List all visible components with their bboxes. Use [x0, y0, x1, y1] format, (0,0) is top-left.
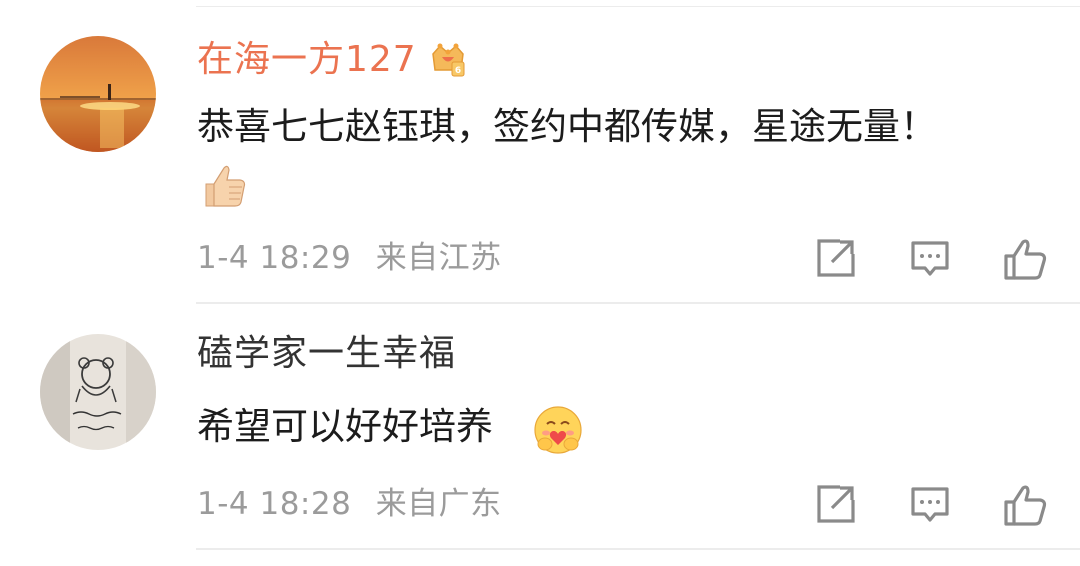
- comment-icon[interactable]: [908, 482, 952, 530]
- comment-meta: 1-4 18:29 来自江苏: [197, 238, 502, 278]
- thumbs-up-icon[interactable]: [1002, 482, 1048, 532]
- thumbs-up-icon[interactable]: [1002, 236, 1048, 286]
- comment-text: 恭喜七七赵钰琪，签约中都传媒，星途无量！: [197, 105, 937, 148]
- comment-text: 希望可以好好培养: [197, 405, 493, 448]
- comment-icon[interactable]: [908, 236, 952, 284]
- share-icon[interactable]: [814, 482, 858, 530]
- comment-time: 1-4 18:28: [197, 486, 352, 522]
- username[interactable]: 磕学家一生幸福: [197, 332, 456, 376]
- comment-location: 来自广东: [375, 486, 502, 522]
- vip-badge-icon: 6: [428, 40, 468, 84]
- comment-time: 1-4 18:29: [197, 240, 352, 276]
- svg-text:6: 6: [455, 66, 461, 76]
- thumbs-up-emoji-icon: [198, 160, 250, 216]
- username[interactable]: 在海一方127: [197, 38, 417, 82]
- avatar[interactable]: [40, 334, 156, 450]
- comment-item: 在海一方127 6 恭喜七七赵钰琪，签约中都传媒，星途无量！ 1-4 18:29…: [0, 0, 1080, 304]
- comment-divider: [196, 548, 1080, 550]
- comment-location: 来自江苏: [375, 240, 502, 276]
- comment-meta: 1-4 18:28 来自广东: [197, 484, 502, 524]
- hugging-face-emoji-icon: [532, 404, 584, 460]
- comment-item: 磕学家一生幸福 希望可以好好培养 1-4 18:28 来自广东: [0, 304, 1080, 554]
- avatar[interactable]: [40, 36, 156, 152]
- share-icon[interactable]: [814, 236, 858, 284]
